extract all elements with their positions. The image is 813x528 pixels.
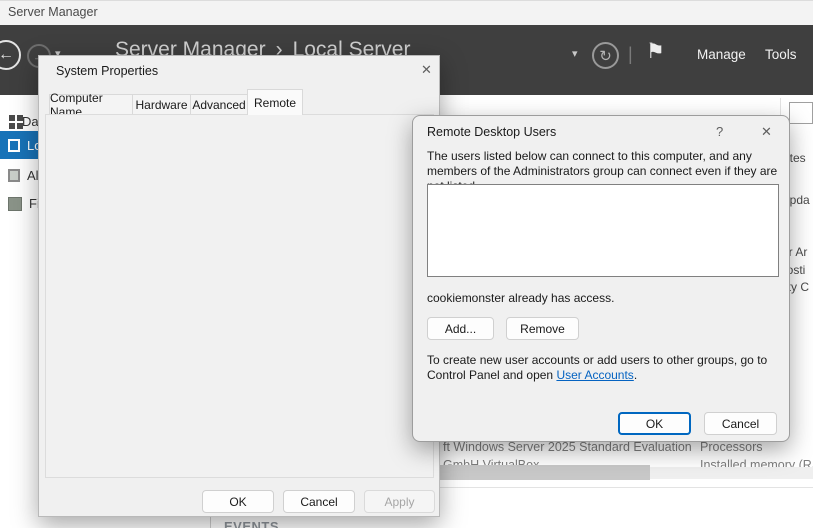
bg-row-strip (650, 467, 813, 479)
cancel-button[interactable]: Cancel (704, 412, 777, 435)
tab-hardware[interactable]: Hardware (132, 94, 191, 114)
menu-manage[interactable]: Manage (697, 47, 746, 62)
window-titlebar (0, 0, 813, 25)
refresh-icon: ↻ (599, 47, 612, 65)
tab-computer-name[interactable]: Computer Name (49, 94, 133, 114)
help-icon[interactable]: ? (716, 124, 723, 139)
remove-button[interactable]: Remove (506, 317, 579, 340)
nav-separator: | (628, 44, 633, 65)
back-icon: ← (0, 46, 14, 64)
bg-processors-text: Processors (700, 440, 763, 454)
all-servers-icon (8, 169, 20, 182)
add-button[interactable]: Add... (427, 317, 494, 340)
dialog-title: Remote Desktop Users (427, 125, 556, 139)
dashboard-grid-icon (9, 115, 15, 121)
local-server-icon (8, 139, 20, 152)
footer-text-end: . (634, 368, 637, 382)
server-manager-window: Server Manager ← → ▾ Server Manager›Loca… (0, 0, 813, 528)
remote-desktop-users-dialog: Remote Desktop Users ? ✕ The users liste… (412, 115, 790, 442)
close-icon[interactable]: ✕ (761, 124, 772, 140)
apply-button[interactable]: Apply (364, 490, 435, 513)
bg-os-text: ft Windows Server 2025 Standard Evaluati… (443, 440, 692, 454)
notifications-caret-icon[interactable]: ▾ (572, 47, 578, 60)
menu-tools[interactable]: Tools (765, 47, 797, 62)
file-storage-icon (8, 197, 22, 211)
bg-divider-line (424, 487, 813, 488)
cancel-button[interactable]: Cancel (283, 490, 355, 513)
notifications-flag-icon[interactable]: ⚑ (646, 39, 665, 64)
bg-scrollbar[interactable] (428, 465, 650, 480)
user-accounts-link[interactable]: User Accounts (556, 368, 633, 382)
users-listbox[interactable] (427, 184, 779, 277)
system-properties-dialog: System Properties ✕ Computer Name Hardwa… (38, 55, 440, 517)
tab-advanced[interactable]: Advanced (190, 94, 248, 114)
footer-note: To create new user accounts or add users… (427, 353, 772, 383)
close-icon[interactable]: ✕ (421, 62, 432, 78)
window-title: Server Manager (8, 5, 98, 19)
refresh-button[interactable]: ↻ (592, 42, 619, 69)
ok-button[interactable]: OK (618, 412, 691, 435)
tab-remote[interactable]: Remote (247, 89, 303, 115)
ok-button[interactable]: OK (202, 490, 274, 513)
access-note: cookiemonster already has access. (427, 291, 614, 306)
tasks-box-fragment (789, 102, 813, 124)
remote-tab-panel (45, 114, 434, 478)
dialog-title: System Properties (56, 64, 158, 78)
events-heading: EVENTS (224, 519, 279, 528)
